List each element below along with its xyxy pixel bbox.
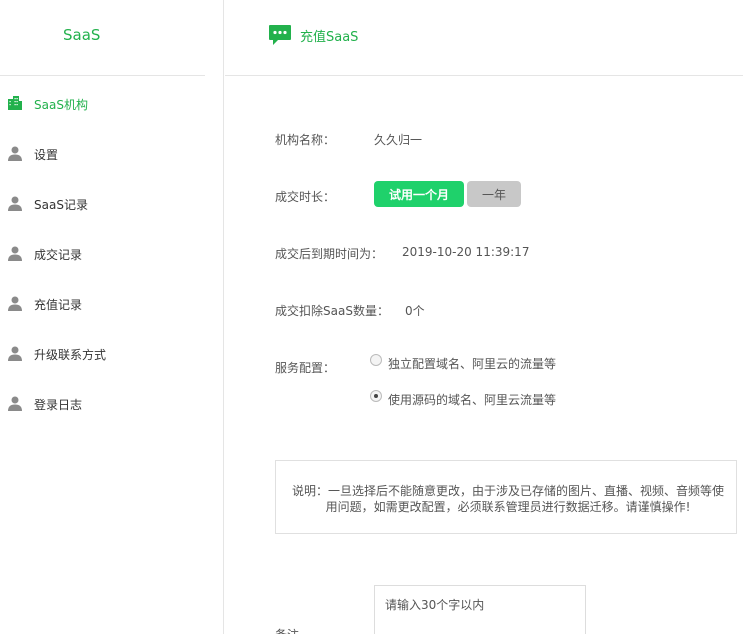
user-icon [8, 296, 22, 311]
sidebar-item-label: 成交记录 [34, 248, 83, 262]
sidebar-item-login-log[interactable]: 登录日志 [0, 389, 224, 419]
user-icon [8, 346, 22, 361]
building-icon [8, 96, 22, 110]
user-icon [8, 146, 22, 161]
sidebar-item-settings[interactable]: 设置 [0, 139, 224, 169]
page-title: 充值SaaS [300, 30, 359, 45]
sidebar-item-label: 登录日志 [34, 398, 83, 412]
sidebar-item-recharge-records[interactable]: 充值记录 [0, 289, 224, 319]
sidebar: SaaS SaaS机构 设置 SaaS记录 成交记录 充值记录 升级联系方式 登… [0, 0, 224, 634]
user-icon [8, 396, 22, 411]
service-option-independent-radio[interactable] [370, 354, 382, 366]
org-name-value: 久久归一 [374, 133, 423, 147]
sidebar-item-label: 设置 [34, 148, 59, 162]
service-label: 服务配置： [275, 361, 336, 375]
sidebar-item-label: 升级联系方式 [34, 348, 107, 362]
notice-box: 说明：一旦选择后不能随意更改，由于涉及已存储的图片、直播、视频、音频等使用问题，… [275, 460, 737, 534]
brand: SaaS [0, 0, 205, 76]
deduct-label: 成交扣除SaaS数量： [275, 304, 389, 318]
brand-title: SaaS [63, 26, 101, 44]
service-option-independent-label: 独立配置域名、阿里云的流量等 [388, 357, 557, 371]
expire-value: 2019-10-20 11:39:17 [402, 245, 530, 259]
service-option-source-radio[interactable] [370, 390, 382, 402]
duration-label: 成交时长： [275, 190, 336, 204]
notice-text: 说明：一旦选择后不能随意更改，由于涉及已存储的图片、直播、视频、音频等使用问题，… [291, 484, 724, 514]
user-icon [8, 196, 22, 211]
sidebar-item-label: 充值记录 [34, 298, 83, 312]
expire-label: 成交后到期时间为： [275, 247, 384, 261]
org-name-label: 机构名称： [275, 133, 336, 147]
service-option-source-label: 使用源码的域名、阿里云流量等 [388, 393, 557, 407]
sidebar-item-saas-records[interactable]: SaaS记录 [0, 189, 224, 219]
remark-input[interactable] [374, 585, 586, 634]
sidebar-item-deal-records[interactable]: 成交记录 [0, 239, 224, 269]
sidebar-item-label: SaaS记录 [34, 198, 88, 212]
duration-one-year-button[interactable]: 一年 [467, 181, 521, 207]
sidebar-item-saas-org[interactable]: SaaS机构 [0, 89, 224, 119]
chat-icon [269, 25, 291, 45]
duration-trial-month-button[interactable]: 试用一个月 [374, 181, 464, 207]
user-icon [8, 246, 22, 261]
sidebar-item-label: SaaS机构 [34, 98, 88, 112]
deduct-value: 0个 [405, 304, 425, 318]
page-header: 充值SaaS [225, 0, 743, 76]
remark-label: 备注 [275, 626, 299, 634]
sidebar-item-upgrade-contact[interactable]: 升级联系方式 [0, 339, 224, 369]
